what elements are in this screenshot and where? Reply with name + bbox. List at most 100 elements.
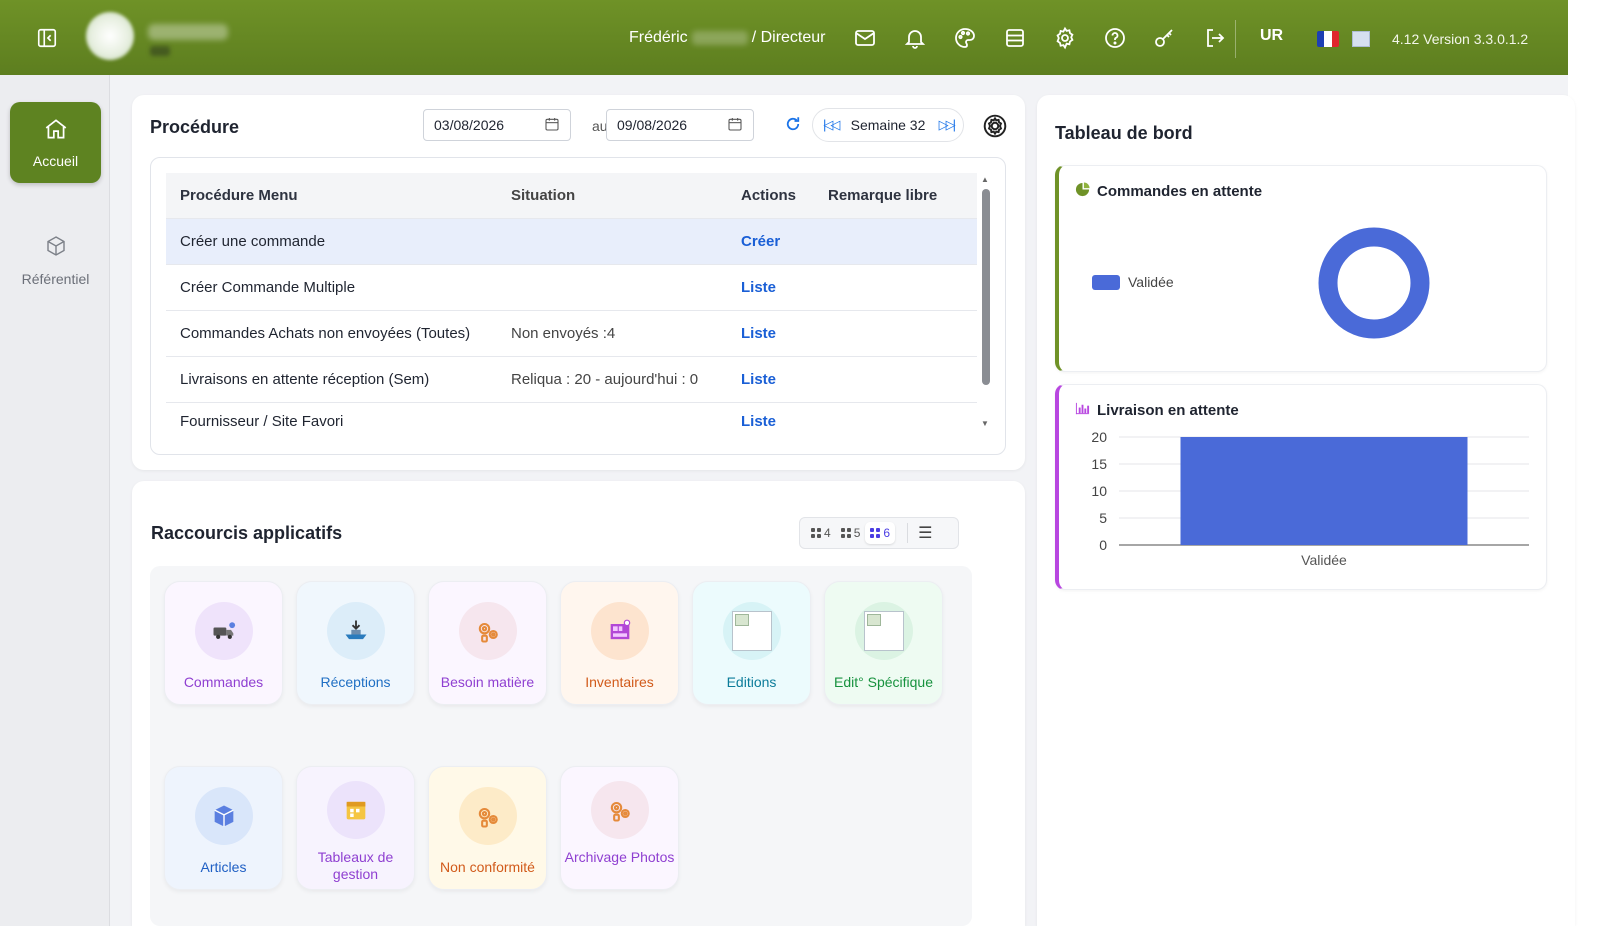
mail-icon[interactable] — [853, 26, 877, 50]
grid-option-4[interactable]: 4 — [806, 522, 836, 544]
dashboard-card: Tableau de bord Commandes en attente Val… — [1037, 95, 1575, 926]
column-header[interactable]: Procédure Menu — [166, 187, 511, 204]
row-action-link[interactable]: Liste — [741, 279, 828, 296]
user-role: / Directeur — [751, 29, 826, 46]
database-icon[interactable] — [1003, 26, 1027, 50]
top-bar: Frédéric / Directeur UR 4.12 Version 3.3… — [0, 0, 1600, 75]
widget-commandes-en-attente: Commandes en attente Validée — [1055, 165, 1547, 372]
palette-icon[interactable] — [953, 26, 977, 50]
row-action-link[interactable]: Créer — [741, 233, 828, 250]
ship-icon — [326, 602, 385, 660]
column-header[interactable]: Remarque libre — [828, 187, 977, 204]
scroll-down-icon[interactable]: ▼ — [981, 419, 989, 428]
bar-chart[interactable]: 0 5 10 15 20 Validée — [1069, 425, 1539, 575]
avatar[interactable] — [86, 12, 134, 60]
sidebar-item-accueil[interactable]: Accueil — [10, 102, 101, 183]
table-scrollbar[interactable]: ▲ ▼ — [979, 173, 991, 431]
cube-icon — [44, 234, 68, 263]
row-action-link[interactable]: Liste — [741, 371, 828, 388]
calendar-grid-icon — [326, 781, 385, 839]
tile-label: Non conformité — [440, 859, 535, 875]
calendar-icon[interactable] — [727, 116, 743, 135]
tile-articles[interactable]: Articles — [164, 766, 283, 890]
grid-icon — [811, 528, 821, 538]
home-icon — [43, 116, 69, 147]
gears-icon — [458, 787, 517, 845]
language-code[interactable]: UR — [1260, 27, 1283, 45]
row-menu: Livraisons en attente réception (Sem) — [180, 371, 430, 388]
bar[interactable] — [1180, 437, 1468, 545]
widget-title: Commandes en attente — [1075, 182, 1262, 201]
shelves-icon — [590, 602, 649, 660]
row-action-link[interactable]: Liste — [741, 325, 828, 342]
next-week-icon[interactable]: ▷▷| — [939, 117, 956, 133]
bar-chart-icon — [1075, 401, 1090, 420]
refresh-icon[interactable] — [784, 115, 802, 133]
tile-inventaires[interactable]: Inventaires — [560, 581, 679, 705]
widget-livraison-en-attente: Livraison en attente 0 5 10 15 20 Validée — [1055, 384, 1547, 590]
table-row[interactable]: Livraisons en attente réception (Sem) Re… — [166, 357, 977, 403]
flag-fr-icon[interactable] — [1317, 31, 1339, 47]
grid-option-6[interactable]: 6 — [865, 522, 896, 544]
tile-non-conformite[interactable]: Non conformité — [428, 766, 547, 890]
tile-edit-specifique[interactable]: Edit° Spécifique — [824, 581, 943, 705]
procedure-card: Procédure 03/08/2026 au 09/08/2026 |◁◁ S… — [132, 95, 1025, 470]
calendar-icon[interactable] — [544, 116, 560, 135]
table-row[interactable]: Créer Commande Multiple Liste — [166, 265, 977, 311]
broken-image-icon — [722, 602, 781, 660]
previous-week-icon[interactable]: |◁◁ — [823, 117, 840, 133]
widget-title: Livraison en attente — [1075, 401, 1239, 420]
tile-label: Editions — [726, 674, 777, 690]
key-icon[interactable] — [1153, 26, 1177, 50]
column-header[interactable]: Actions — [741, 187, 828, 204]
row-menu: Commandes Achats non envoyées (Toutes) — [180, 325, 471, 342]
flag-image-icon[interactable] — [1352, 31, 1370, 47]
procedure-table-container: Procédure Menu Situation Actions Remarqu… — [150, 157, 1006, 455]
tile-editions[interactable]: Editions — [692, 581, 811, 705]
grid-option-5[interactable]: 5 — [836, 522, 866, 544]
user-last-name-blurred — [691, 31, 748, 45]
row-action-link[interactable]: Liste — [741, 413, 828, 430]
widget-title-text: Livraison en attente — [1097, 402, 1239, 419]
tile-besoin-matiere[interactable]: Besoin matière — [428, 581, 547, 705]
y-tick-label: 5 — [1099, 510, 1107, 526]
row-menu: Créer Commande Multiple — [180, 279, 356, 296]
scroll-up-icon[interactable]: ▲ — [981, 175, 989, 184]
grid-option-label: 4 — [824, 526, 831, 540]
y-tick-label: 20 — [1091, 429, 1107, 445]
column-header[interactable]: Situation — [511, 187, 741, 204]
tile-receptions[interactable]: Réceptions — [296, 581, 415, 705]
bell-icon[interactable] — [903, 26, 927, 50]
tile-commandes[interactable]: Commandes — [164, 581, 283, 705]
y-tick-label: 15 — [1091, 456, 1107, 472]
tile-label: Archivage Photos — [564, 849, 675, 865]
table-row[interactable]: Fournisseur / Site Favori Liste — [166, 403, 977, 439]
tile-archivage-photos[interactable]: Archivage Photos — [560, 766, 679, 890]
gear-icon[interactable] — [1053, 26, 1077, 50]
shortcuts-card: Raccourcis applicatifs 4 5 6 ☰ Commandes… — [132, 481, 1025, 926]
scrollbar-thumb[interactable] — [982, 189, 990, 385]
procedure-table: Procédure Menu Situation Actions Remarqu… — [166, 173, 977, 439]
sidebar-item-referentiel[interactable]: Référentiel — [10, 225, 101, 295]
tile-label: Tableaux de gestion — [317, 849, 394, 882]
table-row[interactable]: Commandes Achats non envoyées (Toutes) N… — [166, 311, 977, 357]
tile-label: Besoin matière — [440, 674, 535, 690]
tile-tableaux-de-gestion[interactable]: Tableaux de gestion — [296, 766, 415, 890]
help-icon[interactable] — [1103, 26, 1127, 50]
date-to-field[interactable]: 09/08/2026 — [606, 109, 754, 141]
sidebar-item-label: Accueil — [32, 153, 79, 169]
list-view-icon[interactable]: ☰ — [907, 523, 932, 543]
logout-icon[interactable] — [1203, 26, 1227, 50]
row-situation: Reliqua : 20 - aujourd'hui : 0 — [511, 371, 699, 388]
table-row[interactable]: Créer une commande Créer — [166, 219, 977, 265]
sidebar-toggle-icon[interactable] — [36, 27, 58, 49]
date-to-value: 09/08/2026 — [617, 117, 688, 133]
date-from-field[interactable]: 03/08/2026 — [423, 109, 571, 141]
y-tick-label: 10 — [1091, 483, 1107, 499]
user-info: Frédéric / Directeur — [629, 29, 825, 47]
chart-legend[interactable]: Validée — [1092, 274, 1174, 290]
donut-chart[interactable] — [1317, 226, 1431, 340]
pie-slice[interactable] — [1318, 227, 1430, 339]
user-first-name: Frédéric — [629, 29, 688, 46]
procedure-settings-icon[interactable] — [982, 113, 1008, 139]
